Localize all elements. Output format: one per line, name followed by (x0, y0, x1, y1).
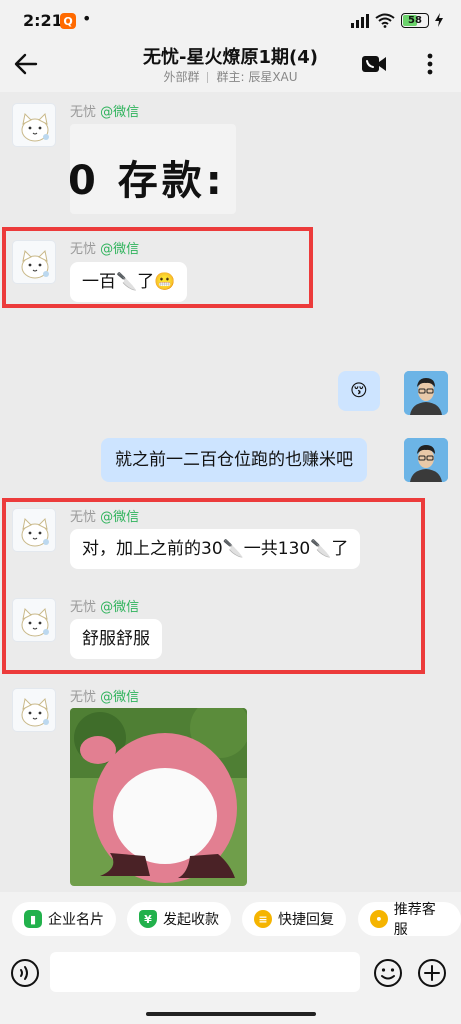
emoji-button[interactable] (373, 958, 403, 988)
avatar[interactable] (12, 688, 56, 732)
sender-name: 无忧 @微信 (70, 686, 139, 705)
more-vertical-icon (427, 53, 433, 75)
sender-name: 无忧 @微信 (70, 506, 139, 525)
avatar[interactable] (12, 240, 56, 284)
self-avatar[interactable] (404, 371, 448, 415)
sender-name-text: 无忧 (70, 690, 97, 705)
message-image[interactable]: 0 存款: (70, 124, 236, 214)
collect-payment-button[interactable]: ¥ 发起收款 (127, 902, 231, 936)
chat-title: 无忧-星火燎原1期(4) (143, 47, 318, 68)
pink-bear-sticker[interactable] (70, 708, 247, 886)
sender-name-text: 无忧 (70, 242, 97, 257)
input-bar (0, 946, 461, 1024)
recommend-service-button[interactable]: • 推荐客服 (358, 902, 461, 938)
home-indicator[interactable] (146, 1012, 316, 1016)
sender-name: 无忧 @微信 (70, 238, 139, 257)
cat-avatar-icon (21, 697, 49, 727)
sender-name-text: 无忧 (70, 105, 97, 120)
charging-icon (435, 13, 443, 27)
sticker-image (70, 708, 247, 886)
plus-button[interactable] (417, 958, 447, 988)
cat-avatar-icon (21, 607, 49, 637)
message-input[interactable] (50, 952, 360, 992)
wechat-tag: @微信 (100, 690, 140, 705)
image-text: 0 存款: (70, 158, 226, 204)
sender-name-text: 无忧 (70, 510, 97, 525)
wechat-tag: @微信 (100, 600, 140, 615)
highlight-box (2, 498, 425, 674)
sender-name: 无忧 @微信 (70, 596, 139, 615)
quick-action-label: 推荐客服 (393, 902, 436, 938)
message-bubble[interactable]: 一百🔪了😬 (70, 262, 188, 302)
voice-button[interactable] (10, 958, 40, 988)
video-call-icon (362, 56, 386, 72)
wechat-tag: @微信 (100, 105, 140, 120)
quick-action-label: 发起收款 (163, 912, 219, 928)
sender-name: 无忧 @微信 (70, 101, 139, 120)
avatar[interactable] (12, 103, 56, 147)
quick-action-label: 快捷回复 (278, 912, 334, 928)
cat-avatar-icon (21, 517, 49, 547)
more-options-button[interactable] (420, 50, 440, 78)
battery-icon: 58 (401, 12, 429, 28)
man-avatar-icon (404, 438, 448, 482)
sender-name-text: 无忧 (70, 600, 97, 615)
group-owner-label: 群主: 辰星XAU (216, 70, 298, 84)
business-card-icon: ▮ (24, 910, 42, 928)
quick-reply-icon: ≡ (254, 910, 272, 928)
notification-dot: • (82, 9, 92, 28)
battery-level: 58 (408, 14, 422, 26)
wechat-tag: @微信 (100, 242, 140, 257)
quick-actions-bar: ▮ 企业名片 ¥ 发起收款 ≡ 快捷回复 • 推荐客服 (0, 892, 461, 946)
cat-avatar-icon (21, 112, 49, 142)
quick-action-label: 企业名片 (48, 912, 104, 928)
hd-signal-icon (351, 12, 369, 28)
wifi-icon (375, 13, 395, 28)
subtitle-divider (207, 72, 209, 83)
avatar[interactable] (12, 508, 56, 552)
avatar[interactable] (12, 598, 56, 642)
status-bar: 2:21 Q • 58 (0, 0, 461, 40)
yen-shield-icon: ¥ (139, 910, 157, 928)
cat-avatar-icon (21, 249, 49, 279)
voice-icon (11, 959, 39, 987)
chat-subtitle: 外部群 群主: 辰星XAU (0, 68, 461, 85)
message-bubble[interactable]: 舒服舒服 (70, 619, 162, 659)
group-type-label: 外部群 (163, 70, 200, 84)
emoji-icon (374, 959, 402, 987)
self-avatar[interactable] (404, 438, 448, 482)
man-avatar-icon (404, 371, 448, 415)
app-notification-icon: Q (60, 13, 76, 29)
chat-header: 无忧-星火燎原1期(4) 外部群 群主: 辰星XAU (0, 40, 461, 92)
video-call-button[interactable] (360, 52, 388, 76)
message-bubble[interactable]: 对，加上之前的30🔪一共130🔪了 (70, 529, 361, 569)
recommend-service-icon: • (370, 910, 388, 928)
business-card-button[interactable]: ▮ 企业名片 (12, 902, 116, 936)
wechat-tag: @微信 (100, 510, 140, 525)
status-icons: 58 (351, 12, 443, 28)
self-emoji-bubble[interactable]: 😚 (338, 371, 380, 411)
quick-reply-button[interactable]: ≡ 快捷回复 (242, 902, 346, 936)
status-time: 2:21 (23, 11, 63, 30)
self-message-bubble[interactable]: 就之前一二百仓位跑的也赚米吧 (101, 438, 367, 482)
plus-icon (418, 959, 446, 987)
